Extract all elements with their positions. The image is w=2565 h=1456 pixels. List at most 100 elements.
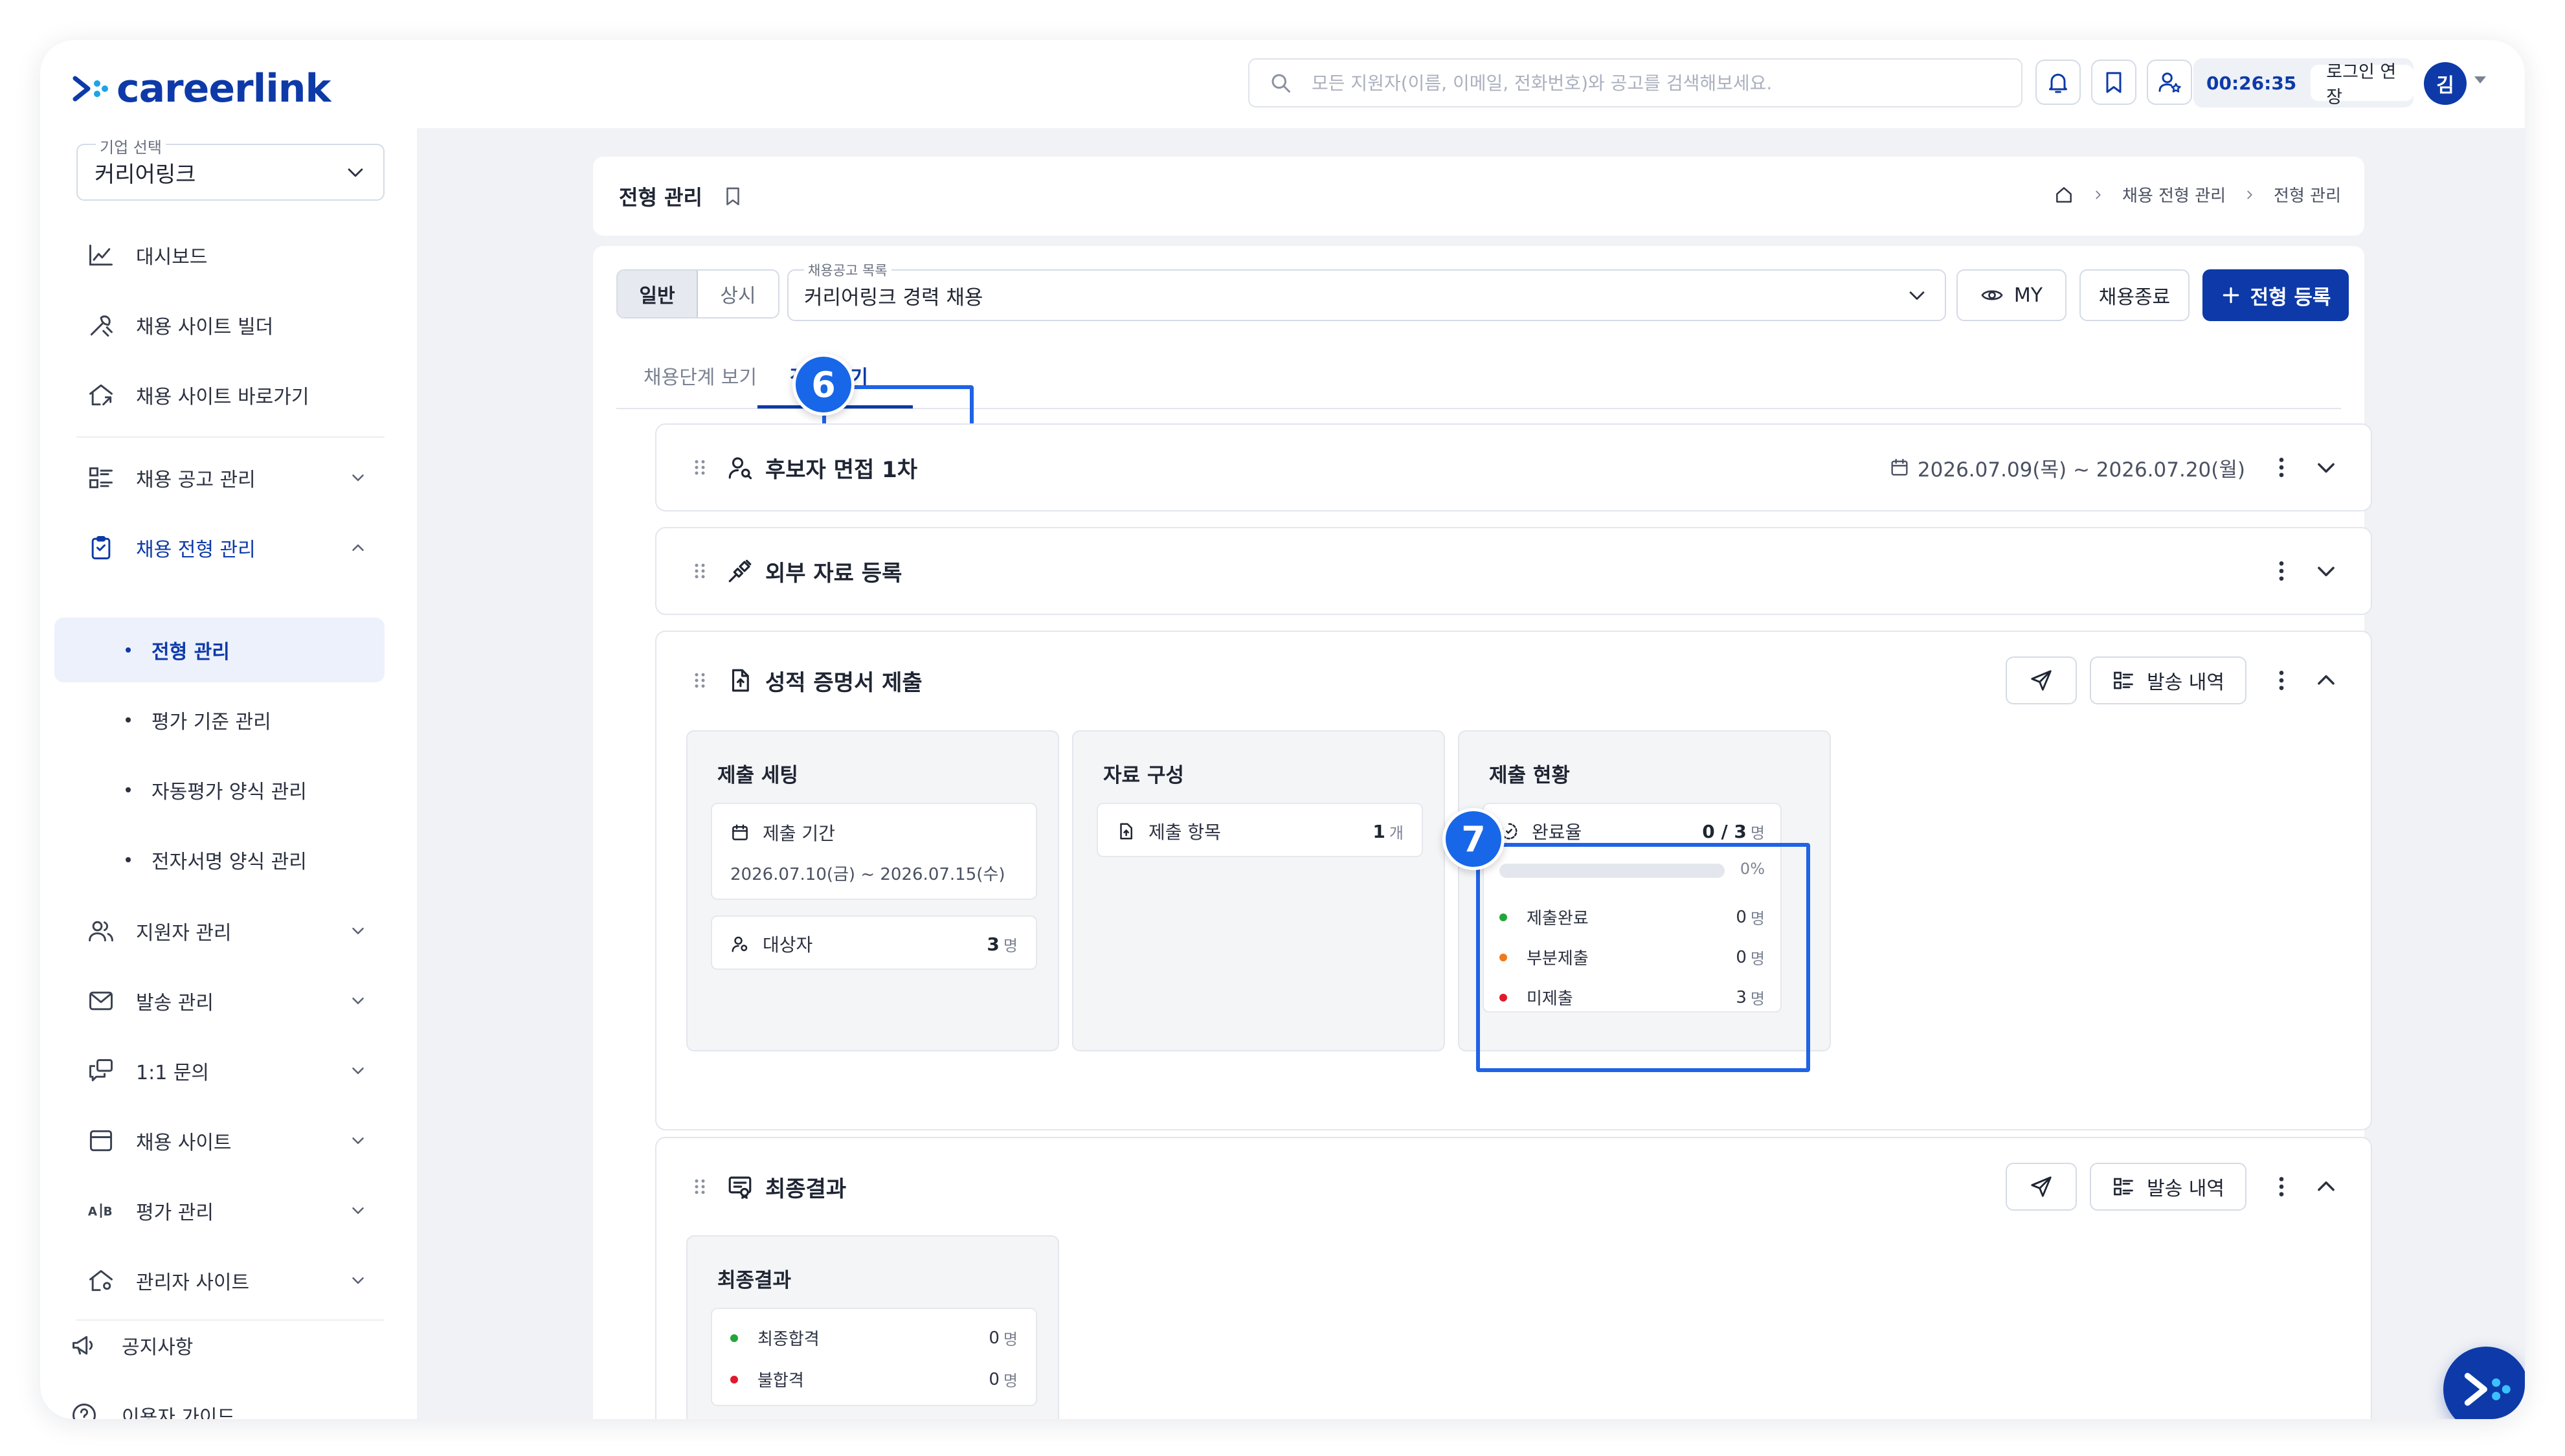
submission-setting-panel: 제출 세팅 제출 기간 2026.07.10(금) ~ 2026.07.15(수… <box>686 730 1059 1051</box>
bullet-icon <box>126 857 131 862</box>
stage-header[interactable]: 최종결과 발송 내역 <box>656 1138 2371 1235</box>
stage-date-text: 2026.07.09(목) ~ 2026.07.20(월) <box>1917 458 2245 482</box>
completion-label: 완료율 <box>1532 822 1582 843</box>
sidebar-item-label: 채용 전형 관리 <box>136 539 256 561</box>
breadcrumb-item[interactable]: 채용 전형 관리 <box>2122 183 2226 207</box>
sidebar-item-inquiry[interactable]: 1:1 문의 <box>76 1041 385 1101</box>
stage-title: 후보자 면접 1차 <box>765 456 918 483</box>
more-vertical-icon[interactable] <box>2268 454 2294 480</box>
items-box: 제출 항목 1 개 <box>1097 803 1423 857</box>
more-vertical-icon[interactable] <box>2268 558 2294 584</box>
tab-stage-view[interactable]: 채용단계 보기 <box>644 361 757 390</box>
sidebar-item-dashboard[interactable]: 대시보드 <box>76 225 385 285</box>
chevron-up-icon[interactable] <box>2314 1174 2338 1199</box>
send-history-button[interactable]: 발송 내역 <box>2090 656 2246 704</box>
final-label: 불합격 <box>757 1371 804 1391</box>
sidebar-subitem-screening[interactable]: 전형 관리 <box>54 618 385 682</box>
job-posting-select[interactable]: 채용공고 목록 커리어링크 경력 채용 <box>787 260 1946 321</box>
logo[interactable]: careerlink <box>71 66 331 111</box>
drag-handle-icon[interactable] <box>690 561 710 581</box>
material-panel: 자료 구성 제출 항목 1 개 <box>1072 730 1445 1051</box>
target-label: 대상자 <box>763 934 813 956</box>
sidebar-item-site-builder[interactable]: 채용 사이트 빌더 <box>76 295 385 355</box>
segment-general[interactable]: 일반 <box>618 271 698 317</box>
chevron-down-icon <box>352 1277 364 1284</box>
final-row-fail: 불합격 0 명 <box>730 1367 1018 1391</box>
chevron-down-icon <box>1909 291 1925 300</box>
final-result-box: 최종합격 0 명 불합격 0 명 <box>711 1308 1037 1406</box>
chevron-up-icon[interactable] <box>2314 668 2338 693</box>
logo-text: careerlink <box>117 66 331 111</box>
megaphone-icon <box>73 1336 93 1355</box>
panel-title: 자료 구성 <box>1103 764 1184 787</box>
global-search[interactable] <box>1248 58 2022 107</box>
chatbot-fab[interactable] <box>2443 1347 2525 1419</box>
more-vertical-icon[interactable] <box>2268 667 2294 693</box>
sidebar-subitem-label: 평가 기준 관리 <box>151 711 271 734</box>
notifications-button[interactable] <box>2035 60 2081 105</box>
chevron-down-icon <box>352 928 364 934</box>
sidebar-subitem-criteria[interactable]: 평가 기준 관리 <box>54 688 385 752</box>
chevron-down-icon <box>352 1207 364 1214</box>
avatar[interactable]: 김 <box>2424 62 2467 105</box>
home-icon[interactable] <box>2054 185 2074 205</box>
chevron-down-icon[interactable] <box>2314 455 2338 480</box>
register-stage-button[interactable]: 전형 등록 <box>2202 269 2349 321</box>
session-timer: 00:26:35 <box>2206 72 2297 94</box>
sidebar-item-evaluation[interactable]: AB 평가 관리 <box>76 1181 385 1240</box>
stage-header[interactable]: 성적 증명서 제출 발송 내역 <box>656 632 2371 729</box>
drag-handle-icon[interactable] <box>690 671 710 690</box>
chevron-down-icon[interactable] <box>2314 559 2338 583</box>
sidebar-item-applicants[interactable]: 지원자 관리 <box>76 901 385 961</box>
search-input[interactable] <box>1312 72 1991 94</box>
send-icon <box>2031 670 2052 691</box>
posting-type-toggle: 일반 상시 <box>616 269 779 319</box>
segment-always[interactable]: 상시 <box>698 271 778 317</box>
chat-icon <box>89 1059 113 1082</box>
close-recruitment-button[interactable]: 채용종료 <box>2079 269 2190 321</box>
final-result-panel: 최종결과 최종합격 0 명 불합격 0 명 <box>686 1235 1059 1419</box>
sidebar-item-career-site[interactable]: 채용 사이트 <box>76 1111 385 1170</box>
my-filter-label: MY <box>2013 284 2043 307</box>
sidebar-item-job-posting[interactable]: 채용 공고 관리 <box>76 448 385 508</box>
send-history-label: 발송 내역 <box>2147 671 2224 694</box>
bookmarks-button[interactable] <box>2091 60 2136 105</box>
send-button[interactable] <box>2006 1163 2078 1211</box>
stage-header[interactable]: 후보자 면접 1차 2026.07.09(목) ~ 2026.07.20(월) <box>656 425 2371 510</box>
sidebar-item-label: 발송 관리 <box>136 992 214 1014</box>
notice-link[interactable]: 공지사항 <box>70 1319 193 1371</box>
completion-unit: 명 <box>1750 823 1765 842</box>
drag-handle-icon[interactable] <box>690 458 710 477</box>
bullet-icon <box>126 717 131 722</box>
panel-title: 제출 세팅 <box>717 764 798 787</box>
bookmark-icon[interactable] <box>722 185 744 207</box>
final-label: 최종합격 <box>757 1330 820 1349</box>
send-history-button[interactable]: 발송 내역 <box>2090 1163 2246 1211</box>
document-upload-icon <box>732 669 749 692</box>
stage-header[interactable]: 외부 자료 등록 <box>656 528 2371 614</box>
my-filter-button[interactable]: MY <box>1956 269 2067 321</box>
sidebar-item-label: 대시보드 <box>136 246 208 269</box>
sidebar-subitem-esign[interactable]: 전자서명 양식 관리 <box>54 827 385 892</box>
target-box: 대상자 3 명 <box>711 915 1037 970</box>
final-unit: 명 <box>1003 1330 1018 1349</box>
stage-card-final: 최종결과 발송 내역 최종결과 최종합격 0 명 불합격 0 명 <box>655 1137 2372 1419</box>
caret-down-icon[interactable] <box>2474 76 2486 84</box>
panel-title: 최종결과 <box>717 1269 792 1292</box>
sidebar-item-screening[interactable]: 채용 전형 관리 <box>76 518 385 577</box>
sidebar-subitem-auto-eval[interactable]: 자동평가 양식 관리 <box>54 757 385 822</box>
sidebar-item-label: 채용 사이트 빌더 <box>136 316 274 339</box>
send-button[interactable] <box>2006 656 2078 704</box>
drag-handle-icon[interactable] <box>690 1177 710 1196</box>
user-guide-link[interactable]: 이용자 가이드 <box>70 1389 235 1419</box>
more-vertical-icon[interactable] <box>2268 1174 2294 1200</box>
divider <box>76 436 385 438</box>
extend-login-button[interactable]: 로그인 연장 <box>2311 62 2414 107</box>
users-icon <box>89 921 113 942</box>
user-search-icon <box>732 936 748 952</box>
bell-icon <box>2049 73 2067 93</box>
my-account-button[interactable] <box>2147 60 2192 105</box>
sidebar-item-site-shortcut[interactable]: 채용 사이트 바로가기 <box>76 365 385 425</box>
sidebar-item-admin-site[interactable]: 관리자 사이트 <box>76 1251 385 1310</box>
sidebar-item-sending[interactable]: 발송 관리 <box>76 971 385 1031</box>
